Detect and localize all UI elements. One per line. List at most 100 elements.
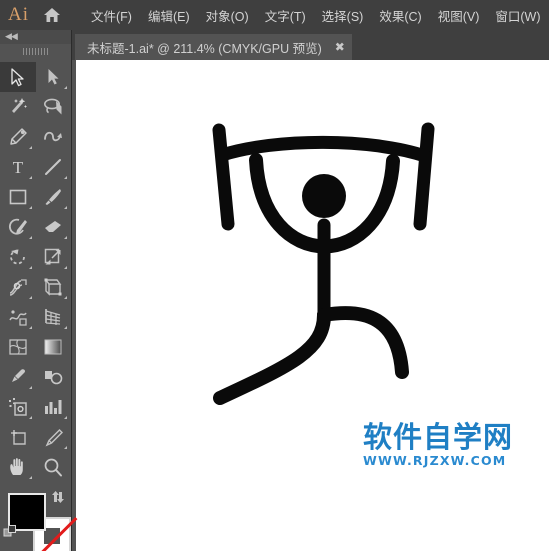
left-leg bbox=[213, 308, 331, 405]
flyout-indicator-icon bbox=[28, 326, 32, 329]
pen-tool[interactable] bbox=[0, 122, 36, 152]
mesh-tool[interactable] bbox=[0, 332, 36, 362]
flyout-indicator-icon bbox=[64, 296, 67, 299]
flyout-indicator-icon bbox=[64, 236, 67, 239]
flyout-indicator-icon bbox=[28, 416, 32, 419]
menu-select[interactable]: 选择(S) bbox=[314, 2, 372, 29]
tool-row bbox=[0, 422, 71, 452]
watermark-chinese: 软件自学网 bbox=[363, 420, 514, 454]
tool-row bbox=[0, 362, 71, 392]
rotate-tool[interactable] bbox=[0, 242, 36, 272]
flyout-indicator-icon bbox=[64, 206, 67, 209]
flyout-indicator-icon bbox=[64, 86, 67, 89]
free-transform-tool[interactable] bbox=[36, 272, 72, 302]
flyout-indicator-icon bbox=[28, 386, 32, 389]
tool-row bbox=[0, 392, 71, 422]
eyedropper-tool[interactable] bbox=[0, 362, 36, 392]
flyout-indicator-icon bbox=[28, 296, 32, 299]
menu-items: 文件(F) 编辑(E) 对象(O) 文字(T) 选择(S) 效果(C) 视图(V… bbox=[83, 2, 549, 29]
default-fill-stroke-icon[interactable] bbox=[3, 524, 19, 545]
document-tab[interactable]: 未标题-1.ai* @ 211.4% (CMYK/GPU 预览) ✖ bbox=[75, 34, 352, 60]
blend-tool[interactable] bbox=[36, 362, 72, 392]
tool-row bbox=[0, 452, 71, 482]
menu-effect[interactable]: 效果(C) bbox=[371, 2, 429, 29]
document-tab-bar: 未标题-1.ai* @ 211.4% (CMYK/GPU 预览) ✖ bbox=[72, 30, 549, 60]
symbol-sprayer-tool[interactable] bbox=[0, 392, 36, 422]
home-icon[interactable] bbox=[43, 5, 61, 25]
barbell-right-weight bbox=[413, 122, 435, 231]
menu-object[interactable]: 对象(O) bbox=[198, 2, 257, 29]
curvature-tool[interactable] bbox=[36, 122, 72, 152]
tool-row bbox=[0, 122, 71, 152]
tool-row bbox=[0, 302, 71, 332]
flyout-indicator-icon bbox=[28, 206, 32, 209]
tool-row bbox=[0, 92, 71, 122]
zoom-tool[interactable] bbox=[36, 452, 72, 482]
gradient-tool[interactable] bbox=[36, 332, 72, 362]
shaper-tool[interactable] bbox=[0, 212, 36, 242]
direct-selection-tool[interactable] bbox=[36, 62, 72, 92]
slice-tool[interactable] bbox=[36, 422, 72, 452]
lasso-tool[interactable] bbox=[36, 92, 72, 122]
watermark: 软件自学网 WWW.RJZXW.COM bbox=[363, 420, 523, 469]
right-leg bbox=[317, 306, 409, 379]
close-icon[interactable]: ✖ bbox=[328, 34, 352, 60]
flyout-indicator-icon bbox=[28, 266, 32, 269]
eraser-tool[interactable] bbox=[36, 212, 72, 242]
fill-stroke-controls bbox=[0, 488, 78, 551]
flyout-indicator-icon bbox=[28, 236, 32, 239]
menu-type[interactable]: 文字(T) bbox=[257, 2, 314, 29]
selection-tool[interactable] bbox=[0, 62, 36, 92]
tool-row bbox=[0, 272, 71, 302]
tool-row bbox=[0, 242, 71, 272]
document-tab-title: 未标题-1.ai* @ 211.4% (CMYK/GPU 预览) bbox=[87, 41, 322, 56]
flyout-indicator-icon bbox=[64, 446, 67, 449]
tool-row bbox=[0, 182, 71, 212]
magic-wand-tool[interactable] bbox=[0, 92, 36, 122]
flyout-indicator-icon bbox=[28, 476, 32, 479]
menu-window[interactable]: 窗口(W) bbox=[487, 2, 548, 29]
width-tool[interactable] bbox=[0, 272, 36, 302]
watermark-url: WWW.RJZXW.COM bbox=[363, 453, 507, 468]
swap-fill-stroke-icon[interactable] bbox=[51, 490, 65, 507]
line-segment-tool[interactable] bbox=[36, 152, 72, 182]
menu-file[interactable]: 文件(F) bbox=[83, 2, 140, 29]
menu-edit[interactable]: 编辑(E) bbox=[140, 2, 198, 29]
artboard-tool[interactable] bbox=[0, 422, 36, 452]
svg-text:T: T bbox=[13, 158, 24, 176]
canvas-area[interactable]: 软件自学网 WWW.RJZXW.COM bbox=[72, 60, 549, 551]
scale-tool[interactable] bbox=[36, 242, 72, 272]
flyout-indicator-icon bbox=[64, 326, 67, 329]
tools-panel-header: ◀◀ bbox=[0, 30, 71, 44]
type-tool[interactable]: T bbox=[0, 152, 36, 182]
tools-panel-grip[interactable] bbox=[0, 44, 71, 58]
collapse-panel-icon[interactable]: ◀◀ bbox=[5, 31, 18, 42]
app-logo: Ai bbox=[8, 3, 29, 25]
tool-list: T bbox=[0, 62, 71, 482]
tools-panel: ◀◀ T bbox=[0, 30, 78, 551]
barbell-left-weight bbox=[212, 123, 235, 231]
tool-row bbox=[0, 62, 71, 92]
column-graph-tool[interactable] bbox=[36, 392, 72, 422]
flyout-indicator-icon bbox=[28, 176, 32, 179]
shape-builder-tool[interactable] bbox=[0, 302, 36, 332]
tool-row: T bbox=[0, 152, 71, 182]
weightlifter-stick-figure[interactable] bbox=[76, 60, 549, 551]
flyout-indicator-icon bbox=[64, 176, 67, 179]
head bbox=[302, 174, 346, 218]
artboard[interactable]: 软件自学网 WWW.RJZXW.COM bbox=[76, 60, 549, 551]
tool-row bbox=[0, 332, 71, 362]
flyout-indicator-icon bbox=[28, 146, 32, 149]
menu-view[interactable]: 视图(V) bbox=[430, 2, 488, 29]
paintbrush-tool[interactable] bbox=[36, 182, 72, 212]
flyout-indicator-icon bbox=[64, 416, 67, 419]
perspective-grid-tool[interactable] bbox=[36, 302, 72, 332]
barbell-bar bbox=[215, 135, 432, 163]
rectangle-tool[interactable] bbox=[0, 182, 36, 212]
flyout-indicator-icon bbox=[64, 266, 67, 269]
illustrator-window: Ai 文件(F) 编辑(E) 对象(O) 文字(T) 选择(S) 效果(C) 视… bbox=[0, 0, 549, 551]
menu-bar: Ai 文件(F) 编辑(E) 对象(O) 文字(T) 选择(S) 效果(C) 视… bbox=[0, 0, 549, 30]
tool-row bbox=[0, 212, 71, 242]
hand-tool[interactable] bbox=[0, 452, 36, 482]
grip-lines-icon bbox=[23, 47, 48, 55]
